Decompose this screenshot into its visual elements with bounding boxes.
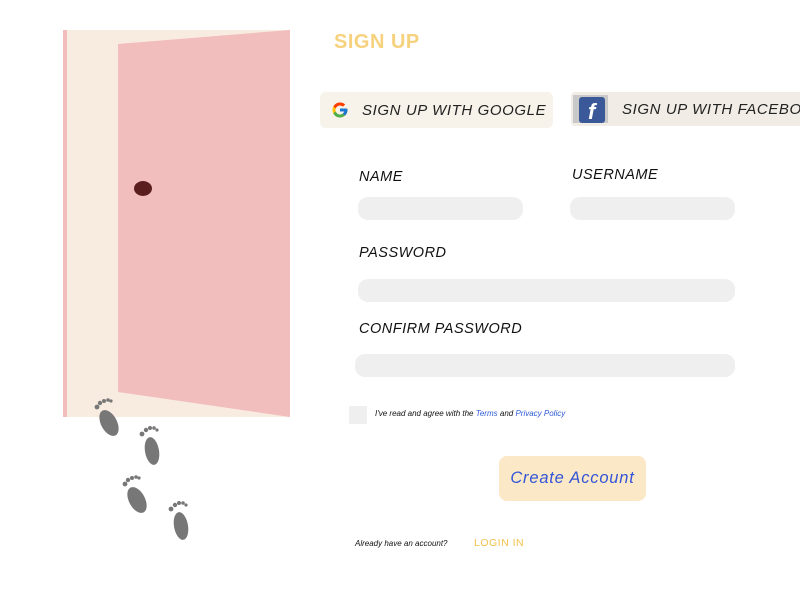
footprint-icon [94,398,119,436]
password-label: PASSWORD [359,245,447,261]
password-field[interactable] [358,279,735,302]
google-signup-button[interactable]: SIGN UP WITH GOOGLE [320,92,553,128]
agreement-and: and [497,409,516,418]
door-icon [118,30,290,417]
footprint-icon [168,501,189,540]
terms-agreement-text: I've read and agree with the Terms and P… [375,409,565,418]
already-have-account-text: Already have an account? [355,539,448,548]
confirm-password-field[interactable] [355,354,735,377]
privacy-policy-link[interactable]: Privacy Policy [515,409,565,418]
facebook-icon: f [579,97,605,123]
username-label: USERNAME [572,167,659,183]
create-account-button[interactable]: Create Account [499,456,646,501]
terms-checkbox[interactable] [349,406,367,424]
terms-link[interactable]: Terms [476,409,498,418]
page-title: SIGN UP [334,31,420,53]
login-link[interactable]: LOGIN IN [474,537,524,549]
footprint-icon [139,426,160,465]
username-field[interactable] [570,197,735,220]
door-knob-icon [134,181,152,196]
confirm-password-label: CONFIRM PASSWORD [359,321,523,337]
google-icon [332,102,348,118]
google-signup-label: SIGN UP WITH GOOGLE [362,101,547,119]
facebook-icon-frame: f [573,95,608,123]
name-label: NAME [359,169,403,185]
name-field[interactable] [358,197,523,220]
facebook-signup-label: SIGN UP WITH FACEBOOK [622,100,800,118]
facebook-signup-button[interactable]: f SIGN UP WITH FACEBOOK [571,92,800,126]
agreement-prefix: I've read and agree with the [375,409,476,418]
footprint-icon [122,475,147,513]
